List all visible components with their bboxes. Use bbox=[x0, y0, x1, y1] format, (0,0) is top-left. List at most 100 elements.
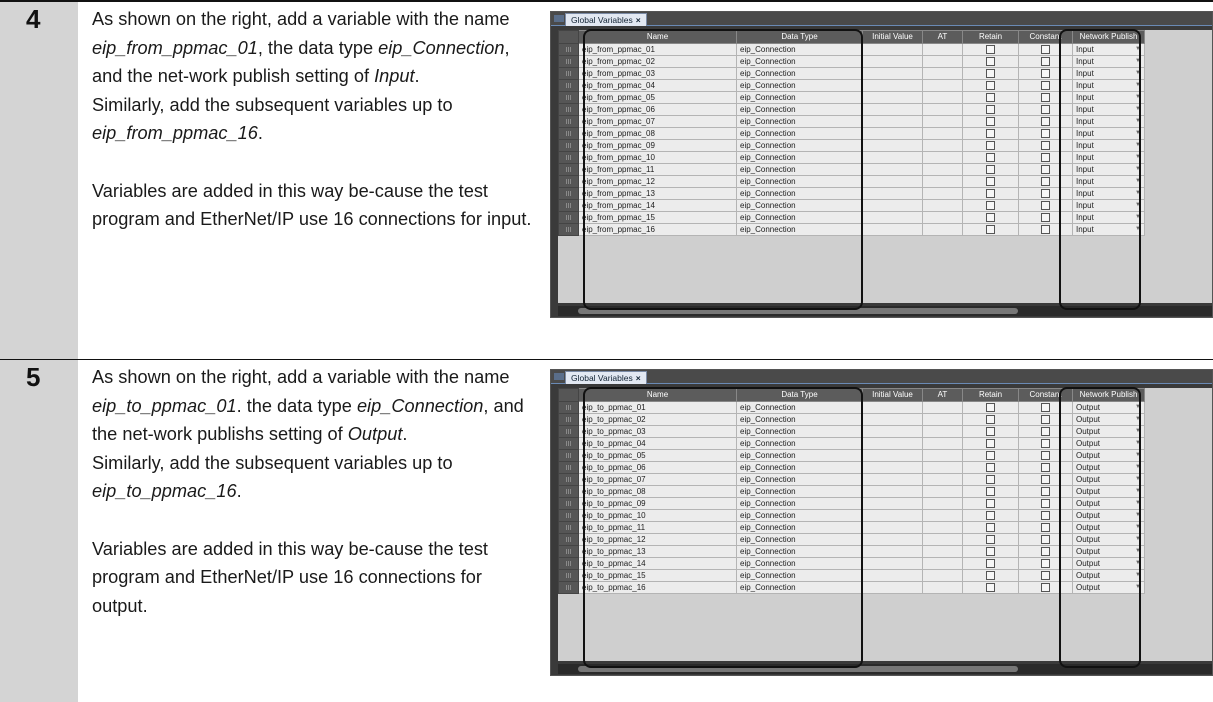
name-cell[interactable]: eip_to_ppmac_09 bbox=[578, 497, 737, 510]
network-publish-cell[interactable]: Input ▼ bbox=[1072, 43, 1145, 56]
triangle-down-icon[interactable]: ▼ bbox=[1135, 511, 1141, 521]
row-handle[interactable] bbox=[558, 449, 579, 462]
network-publish-cell[interactable]: Input ▼ bbox=[1072, 55, 1145, 68]
at-cell[interactable] bbox=[922, 67, 963, 80]
row-handle[interactable] bbox=[558, 485, 579, 498]
checkbox-unchecked-icon[interactable] bbox=[1041, 69, 1050, 79]
data-type-cell[interactable]: eip_Connection bbox=[736, 199, 863, 212]
at-cell[interactable] bbox=[922, 425, 963, 438]
name-cell[interactable]: eip_from_ppmac_14 bbox=[578, 199, 737, 212]
scrollbar-thumb[interactable] bbox=[578, 308, 1018, 314]
triangle-down-icon[interactable]: ▼ bbox=[1135, 523, 1141, 533]
network-publish-dropdown[interactable]: Output ▼ bbox=[1076, 511, 1141, 521]
network-publish-cell[interactable]: Input ▼ bbox=[1072, 187, 1145, 200]
data-type-cell[interactable]: eip_Connection bbox=[736, 581, 863, 594]
at-cell[interactable] bbox=[922, 199, 963, 212]
table-row[interactable]: eip_from_ppmac_13 eip_Connection Input ▼ bbox=[558, 187, 1145, 200]
name-cell[interactable]: eip_to_ppmac_07 bbox=[578, 473, 737, 486]
checkbox-unchecked-icon[interactable] bbox=[986, 427, 995, 437]
checkbox-unchecked-icon[interactable] bbox=[1041, 499, 1050, 509]
row-handle[interactable] bbox=[558, 211, 579, 224]
table-row[interactable]: eip_from_ppmac_08 eip_Connection Input ▼ bbox=[558, 127, 1145, 140]
initial-value-cell[interactable] bbox=[862, 139, 923, 152]
table-row[interactable]: eip_from_ppmac_02 eip_Connection Input ▼ bbox=[558, 55, 1145, 68]
table-row[interactable]: eip_to_ppmac_11 eip_Connection Output ▼ bbox=[558, 521, 1145, 534]
network-publish-dropdown[interactable]: Output ▼ bbox=[1076, 571, 1141, 581]
name-cell[interactable]: eip_from_ppmac_02 bbox=[578, 55, 737, 68]
network-publish-cell[interactable]: Input ▼ bbox=[1072, 127, 1145, 140]
data-type-cell[interactable]: eip_Connection bbox=[736, 139, 863, 152]
column-header[interactable]: Initial Value bbox=[862, 388, 923, 402]
tab-global-variables[interactable]: Global Variables × bbox=[565, 13, 647, 26]
name-cell[interactable]: eip_to_ppmac_03 bbox=[578, 425, 737, 438]
network-publish-cell[interactable]: Input ▼ bbox=[1072, 103, 1145, 116]
row-handle[interactable] bbox=[558, 461, 579, 474]
row-handle[interactable] bbox=[558, 139, 579, 152]
column-header[interactable]: Network Publish bbox=[1072, 30, 1145, 44]
name-cell[interactable]: eip_to_ppmac_15 bbox=[578, 569, 737, 582]
initial-value-cell[interactable] bbox=[862, 533, 923, 546]
checkbox-unchecked-icon[interactable] bbox=[1041, 153, 1050, 163]
network-publish-cell[interactable]: Input ▼ bbox=[1072, 151, 1145, 164]
initial-value-cell[interactable] bbox=[862, 127, 923, 140]
checkbox-unchecked-icon[interactable] bbox=[986, 81, 995, 91]
initial-value-cell[interactable] bbox=[862, 461, 923, 474]
data-type-cell[interactable]: eip_Connection bbox=[736, 569, 863, 582]
column-header[interactable]: AT bbox=[922, 30, 963, 44]
name-cell[interactable]: eip_from_ppmac_08 bbox=[578, 127, 737, 140]
initial-value-cell[interactable] bbox=[862, 509, 923, 522]
checkbox-unchecked-icon[interactable] bbox=[1041, 213, 1050, 223]
row-handle[interactable] bbox=[558, 115, 579, 128]
checkbox-unchecked-icon[interactable] bbox=[986, 499, 995, 509]
network-publish-dropdown[interactable]: Input ▼ bbox=[1076, 177, 1141, 187]
table-row[interactable]: eip_to_ppmac_02 eip_Connection Output ▼ bbox=[558, 413, 1145, 426]
network-publish-dropdown[interactable]: Output ▼ bbox=[1076, 535, 1141, 545]
data-type-cell[interactable]: eip_Connection bbox=[736, 103, 863, 116]
checkbox-unchecked-icon[interactable] bbox=[1041, 105, 1050, 115]
checkbox-unchecked-icon[interactable] bbox=[986, 451, 995, 461]
checkbox-unchecked-icon[interactable] bbox=[1041, 451, 1050, 461]
row-handle[interactable] bbox=[558, 581, 579, 594]
triangle-down-icon[interactable]: ▼ bbox=[1135, 189, 1141, 199]
at-cell[interactable] bbox=[922, 401, 963, 414]
row-handle[interactable] bbox=[558, 545, 579, 558]
checkbox-unchecked-icon[interactable] bbox=[986, 415, 995, 425]
network-publish-dropdown[interactable]: Input ▼ bbox=[1076, 225, 1141, 235]
column-header[interactable]: Network Publish bbox=[1072, 388, 1145, 402]
triangle-down-icon[interactable]: ▼ bbox=[1135, 81, 1141, 91]
data-type-cell[interactable]: eip_Connection bbox=[736, 175, 863, 188]
triangle-down-icon[interactable]: ▼ bbox=[1135, 475, 1141, 485]
data-type-cell[interactable]: eip_Connection bbox=[736, 449, 863, 462]
name-cell[interactable]: eip_to_ppmac_13 bbox=[578, 545, 737, 558]
row-handle[interactable] bbox=[558, 569, 579, 582]
checkbox-unchecked-icon[interactable] bbox=[1041, 559, 1050, 569]
name-cell[interactable]: eip_to_ppmac_11 bbox=[578, 521, 737, 534]
checkbox-unchecked-icon[interactable] bbox=[1041, 427, 1050, 437]
triangle-down-icon[interactable]: ▼ bbox=[1135, 415, 1141, 425]
at-cell[interactable] bbox=[922, 211, 963, 224]
table-row[interactable]: eip_to_ppmac_04 eip_Connection Output ▼ bbox=[558, 437, 1145, 450]
initial-value-cell[interactable] bbox=[862, 581, 923, 594]
initial-value-cell[interactable] bbox=[862, 521, 923, 534]
network-publish-dropdown[interactable]: Input ▼ bbox=[1076, 165, 1141, 175]
triangle-down-icon[interactable]: ▼ bbox=[1135, 463, 1141, 473]
name-cell[interactable]: eip_from_ppmac_10 bbox=[578, 151, 737, 164]
table-row[interactable]: eip_from_ppmac_11 eip_Connection Input ▼ bbox=[558, 163, 1145, 176]
checkbox-unchecked-icon[interactable] bbox=[986, 439, 995, 449]
close-icon[interactable]: × bbox=[636, 373, 641, 383]
table-row[interactable]: eip_from_ppmac_10 eip_Connection Input ▼ bbox=[558, 151, 1145, 164]
row-handle[interactable] bbox=[558, 55, 579, 68]
data-type-cell[interactable]: eip_Connection bbox=[736, 425, 863, 438]
triangle-down-icon[interactable]: ▼ bbox=[1135, 153, 1141, 163]
triangle-down-icon[interactable]: ▼ bbox=[1135, 547, 1141, 557]
checkbox-unchecked-icon[interactable] bbox=[1041, 93, 1050, 103]
name-cell[interactable]: eip_from_ppmac_06 bbox=[578, 103, 737, 116]
at-cell[interactable] bbox=[922, 509, 963, 522]
table-row[interactable]: eip_to_ppmac_05 eip_Connection Output ▼ bbox=[558, 449, 1145, 462]
name-cell[interactable]: eip_from_ppmac_16 bbox=[578, 223, 737, 236]
name-cell[interactable]: eip_from_ppmac_09 bbox=[578, 139, 737, 152]
checkbox-unchecked-icon[interactable] bbox=[986, 523, 995, 533]
checkbox-unchecked-icon[interactable] bbox=[986, 69, 995, 79]
network-publish-cell[interactable]: Input ▼ bbox=[1072, 139, 1145, 152]
checkbox-unchecked-icon[interactable] bbox=[986, 117, 995, 127]
